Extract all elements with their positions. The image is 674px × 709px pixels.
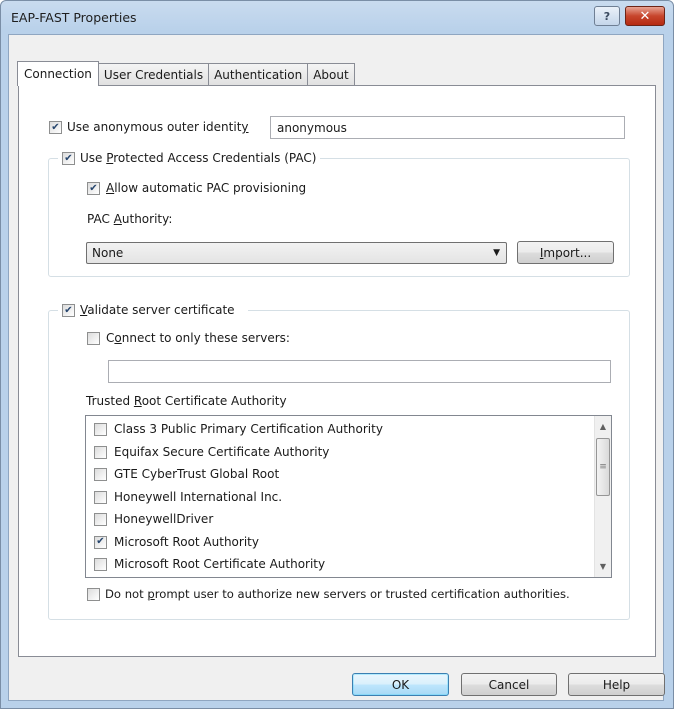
close-button[interactable]: ✕ (625, 6, 665, 26)
trusted-root-ca-list[interactable]: Class 3 Public Primary Certification Aut… (85, 415, 612, 578)
scroll-thumb[interactable]: ≡ (596, 438, 610, 496)
list-scrollbar[interactable]: ▲ ≡ ▼ (594, 416, 611, 577)
help-button[interactable]: Help (568, 673, 665, 696)
tab-user-credentials[interactable]: User Credentials (97, 63, 210, 85)
import-button[interactable]: Import... (517, 241, 614, 264)
auto-pac-label: Allow automatic PAC provisioning (106, 181, 307, 195)
ca-checkbox[interactable] (94, 535, 107, 549)
ca-list-item[interactable]: GTE CyberTrust Global Root (94, 464, 279, 484)
pac-checkbox[interactable] (62, 152, 75, 165)
dropdown-arrow-icon: ▼ (493, 248, 500, 258)
ca-list-item[interactable]: Class 3 Public Primary Certification Aut… (94, 419, 383, 439)
connect-servers-checkbox[interactable] (87, 332, 100, 345)
tab-authentication[interactable]: Authentication (208, 63, 309, 85)
help-icon: ? (603, 9, 611, 23)
help-title-button[interactable]: ? (594, 6, 620, 26)
close-icon: ✕ (639, 8, 651, 24)
ca-list-item[interactable]: Microsoft Root Authority (94, 532, 259, 552)
auto-pac-checkbox[interactable] (87, 182, 100, 195)
ca-checkbox[interactable] (94, 512, 107, 526)
servers-input[interactable] (108, 360, 611, 383)
validate-certificate-label: Validate server certificate (80, 303, 235, 317)
ca-checkbox[interactable] (94, 490, 107, 504)
tab-connection[interactable]: Connection (17, 61, 99, 86)
window-title: EAP-FAST Properties (11, 10, 137, 25)
cancel-button[interactable]: Cancel (461, 673, 557, 696)
validate-certificate-checkbox[interactable] (62, 304, 75, 317)
ca-checkbox[interactable] (94, 467, 107, 481)
scroll-down-icon[interactable]: ▼ (595, 558, 611, 575)
anonymous-identity-checkbox[interactable] (49, 121, 62, 134)
ca-list-item[interactable]: Equifax Secure Certificate Authority (94, 442, 329, 462)
no-prompt-label: Do not prompt user to authorize new serv… (105, 587, 570, 601)
title-bar[interactable]: EAP-FAST Properties ? ✕ (1, 1, 673, 35)
ca-list-item[interactable]: Honeywell International Inc. (94, 487, 282, 507)
anonymous-identity-input[interactable]: anonymous (270, 116, 625, 139)
connect-servers-label: Connect to only these servers: (106, 331, 290, 345)
ca-checkbox[interactable] (94, 422, 107, 436)
tab-strip: Connection User Credentials Authenticati… (17, 61, 355, 86)
anonymous-identity-label: Use anonymous outer identity (67, 120, 249, 134)
pac-authority-label: PAC Authority: (87, 212, 173, 226)
no-prompt-checkbox[interactable] (87, 588, 100, 601)
ca-checkbox[interactable] (94, 557, 107, 571)
pac-label: Use Protected Access Credentials (PAC) (80, 151, 317, 165)
pac-authority-select[interactable]: None ▼ (86, 242, 507, 264)
ca-checkbox[interactable] (94, 445, 107, 459)
ok-button[interactable]: OK (352, 673, 449, 696)
ca-list-item[interactable]: Microsoft Root Certificate Authority (94, 554, 325, 574)
tab-about[interactable]: About (307, 63, 355, 85)
scroll-up-icon[interactable]: ▲ (595, 418, 611, 435)
trusted-root-label: Trusted Root Certificate Authority (86, 394, 287, 408)
ca-list-item[interactable]: HoneywellDriver (94, 509, 213, 529)
